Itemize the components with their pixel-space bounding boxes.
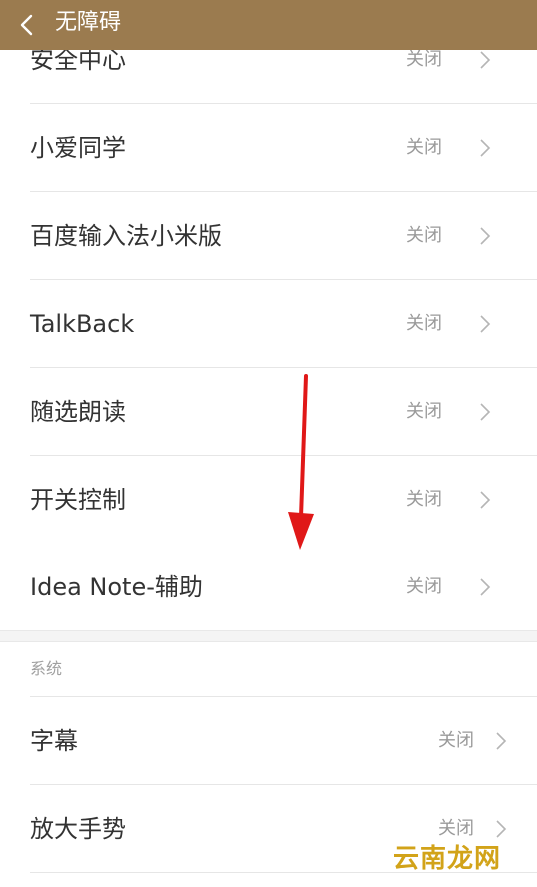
item-label: 字幕 (30, 727, 78, 755)
annotation-arrow-icon (288, 374, 314, 550)
chevron-right-icon (496, 820, 507, 838)
item-label: 放大手势 (30, 815, 126, 843)
list-item-captions[interactable]: 字幕 关闭 (0, 697, 537, 785)
item-label: 百度输入法小米版 (30, 222, 222, 250)
list-item-xiaoai[interactable]: 小爱同学 关闭 (0, 104, 537, 192)
list-item-talkback[interactable]: TalkBack 关闭 (0, 280, 537, 368)
item-label: Idea Note-辅助 (30, 573, 203, 601)
item-label: 随选朗读 (30, 398, 126, 426)
list-item-idea-note[interactable]: Idea Note-辅助 关闭 (0, 543, 537, 631)
section-header-system: 系统 (30, 659, 63, 678)
title-bar: 无障碍 (0, 0, 537, 50)
chevron-right-icon (480, 51, 491, 69)
chevron-right-icon (480, 491, 491, 509)
item-status: 关闭 (438, 730, 474, 751)
item-status: 关闭 (406, 489, 442, 510)
chevron-left-icon[interactable] (16, 13, 38, 37)
chevron-right-icon (480, 227, 491, 245)
item-label: 小爱同学 (30, 134, 126, 162)
section-gap (0, 630, 537, 642)
item-status: 关闭 (406, 576, 442, 597)
item-status: 关闭 (406, 401, 442, 422)
chevron-right-icon (480, 578, 491, 596)
list-item-baidu-ime[interactable]: 百度输入法小米版 关闭 (0, 192, 537, 280)
item-status: 关闭 (406, 137, 442, 158)
item-label: TalkBack (30, 310, 135, 338)
chevron-right-icon (480, 403, 491, 421)
list-item-switch-access[interactable]: 开关控制 关闭 (0, 456, 537, 544)
item-label: 开关控制 (30, 486, 126, 514)
chevron-right-icon (480, 139, 491, 157)
chevron-right-icon (496, 732, 507, 750)
item-status: 关闭 (406, 313, 442, 334)
item-status: 关闭 (406, 225, 442, 246)
watermark-logo: 云南龙网 (392, 844, 501, 874)
list-item-select-to-speak[interactable]: 随选朗读 关闭 (0, 368, 537, 456)
page-title: 无障碍 (55, 10, 122, 35)
chevron-right-icon (480, 315, 491, 333)
